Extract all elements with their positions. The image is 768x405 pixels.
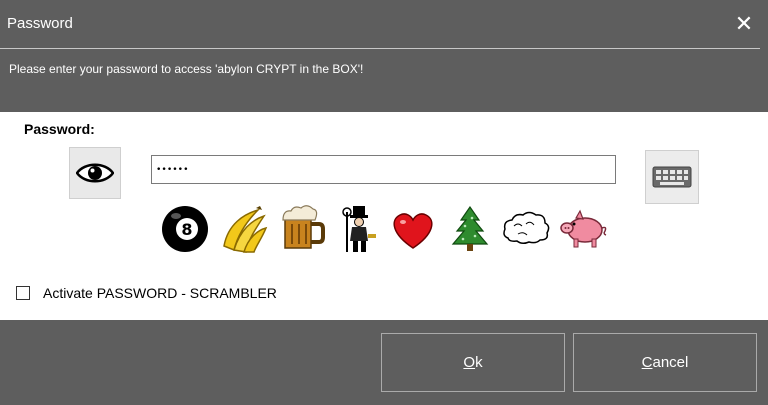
- pig-icon[interactable]: [558, 204, 608, 254]
- password-dialog: Password ✕ Please enter your password to…: [0, 0, 768, 405]
- password-panel: Password: •••••• 8 Activate PASSWORD - S…: [0, 112, 768, 320]
- heart-icon[interactable]: [388, 204, 438, 254]
- instruction-message: Please enter your password to access 'ab…: [9, 62, 364, 76]
- cancel-label-rest: ancel: [652, 354, 689, 371]
- chimney-sweep-icon[interactable]: [335, 204, 385, 254]
- title-divider: [0, 48, 760, 49]
- ok-button[interactable]: Ok: [381, 333, 565, 392]
- ok-label-rest: k: [475, 354, 483, 371]
- password-input[interactable]: [151, 155, 616, 184]
- keyboard-icon: [652, 166, 692, 188]
- ok-mnemonic: O: [463, 354, 476, 371]
- title-bar: Password ✕: [0, 0, 768, 48]
- scrambler-checkbox[interactable]: [16, 286, 30, 300]
- scrambler-toggle[interactable]: Activate PASSWORD - SCRAMBLER: [16, 284, 277, 302]
- cancel-button[interactable]: Cancel: [573, 333, 757, 392]
- fir-tree-icon[interactable]: [445, 204, 495, 254]
- scrambler-icons: 8: [160, 204, 620, 254]
- beer-mug-icon[interactable]: [277, 204, 327, 254]
- virtual-keyboard-button[interactable]: [645, 150, 699, 204]
- cancel-mnemonic: C: [641, 354, 653, 371]
- eye-icon: [76, 163, 114, 183]
- window-title: Password: [7, 15, 73, 32]
- password-label: Password:: [24, 121, 95, 137]
- show-password-button[interactable]: [69, 147, 121, 199]
- close-icon[interactable]: ✕: [720, 0, 768, 48]
- svg-text:8: 8: [181, 220, 192, 239]
- bananas-icon[interactable]: [218, 204, 268, 254]
- cloud-icon[interactable]: [500, 204, 550, 254]
- eight-ball-icon[interactable]: 8: [160, 204, 210, 254]
- scrambler-checkbox-label: Activate PASSWORD - SCRAMBLER: [43, 285, 277, 301]
